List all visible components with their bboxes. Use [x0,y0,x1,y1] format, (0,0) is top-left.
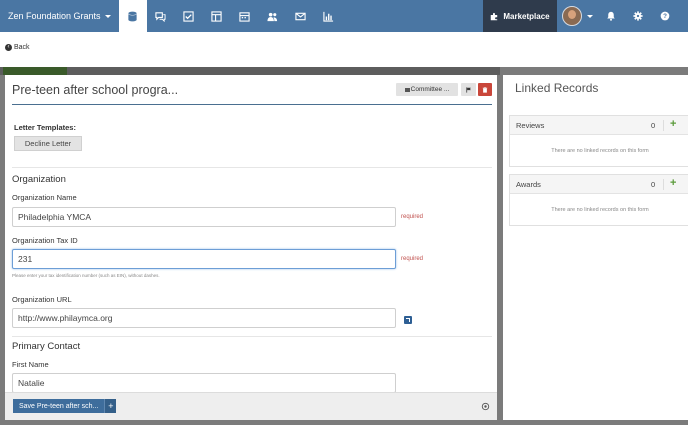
background-toolbar [0,67,500,75]
database-icon [128,11,137,21]
page-title: Pre-teen after school progra... [12,83,179,97]
bar-chart-icon [323,11,334,22]
org-name-required: required [401,214,424,220]
nav-comments[interactable] [147,0,175,32]
organization-heading: Organization [12,174,66,185]
help-icon: ? [660,11,670,21]
columns-icon [211,10,222,22]
url-field[interactable]: http://www.philaymca.org [12,308,396,328]
org-name-field[interactable]: Philadelphia YMCA [12,207,396,227]
reviews-count: 0 [651,121,656,130]
arrow-left-icon: ‹ [5,44,12,51]
help-button[interactable]: ? [654,0,676,32]
awards-empty-text: There are no linked records on this form [551,206,649,213]
title-divider [12,104,492,105]
section-divider [12,167,492,168]
reviews-header: Reviews 0 + [510,116,688,135]
user-menu[interactable] [562,6,593,26]
puzzle-icon [491,12,498,20]
tax-id-help: Please enter your tax identification num… [12,273,160,278]
form-footer: Save Pre-teen after sch... + [5,392,497,420]
awards-header: Awards 0 + [510,175,688,194]
svg-text:?: ? [663,13,667,20]
envelope-icon [295,12,306,20]
brand-dropdown[interactable]: Zen Foundation Grants [0,0,119,32]
awards-label: Awards [516,180,541,189]
tax-id-required: required [401,256,424,262]
back-bar: ‹ Back [0,32,688,67]
form-settings-icon[interactable] [481,402,490,411]
settings-button[interactable] [627,0,649,32]
divider [663,179,664,190]
flag-button[interactable] [461,83,476,96]
awards-count: 0 [651,180,656,189]
first-name-value: Natalie [18,378,45,388]
external-link-icon[interactable] [404,316,412,324]
marketplace-button[interactable]: Marketplace [483,0,557,32]
notifications-button[interactable] [600,0,622,32]
add-award-button[interactable]: + [670,177,676,189]
comments-icon [155,11,166,22]
chevron-down-icon [587,14,593,18]
save-button[interactable]: Save Pre-teen after sch... [13,399,105,413]
back-label: Back [14,44,30,51]
tax-id-label: Organization Tax ID [12,236,78,245]
save-new-button[interactable]: + [104,399,117,413]
primary-contact-heading: Primary Contact [12,341,81,352]
section-divider [12,336,492,337]
folder-icon [404,87,410,92]
background-button [3,67,67,75]
save-button-group: Save Pre-teen after sch... + [13,399,117,413]
nav-reports[interactable] [315,0,343,32]
tax-id-value: 231 [18,254,33,264]
nav-layout[interactable] [203,0,231,32]
gear-icon [633,11,643,21]
nav-tasks[interactable] [175,0,203,32]
org-name-value: Philadelphia YMCA [18,212,92,222]
nav-calendar[interactable] [231,0,259,32]
calendar-icon [239,11,250,22]
back-button[interactable]: ‹ Back [5,44,30,51]
tax-id-field[interactable]: 231 [12,249,396,269]
brand-label: Zen Foundation Grants [8,11,101,21]
url-label: Organization URL [12,295,72,304]
linked-records-panel: Linked Records Reviews 0 + There are no … [503,75,688,420]
check-square-icon [183,10,194,22]
url-value: http://www.philaymca.org [18,313,113,323]
divider [663,120,664,131]
first-name-field[interactable]: Natalie [12,373,396,393]
nav-users[interactable] [259,0,287,32]
committee-button[interactable]: Committee ... [396,83,458,96]
marketplace-label: Marketplace [503,11,550,21]
org-name-label: Organization Name [12,193,77,202]
linked-records-title: Linked Records [515,81,599,95]
committee-label: Committee ... [410,86,450,93]
reviews-box: Reviews 0 + There are no linked records … [509,115,688,167]
bell-icon [607,11,615,21]
first-name-label: First Name [12,360,49,369]
add-review-button[interactable]: + [670,118,676,130]
trash-icon [482,86,488,93]
decline-letter-button[interactable]: Decline Letter [14,136,82,151]
chevron-down-icon [104,14,111,18]
reviews-label: Reviews [516,121,545,130]
users-icon [267,12,278,21]
avatar [562,6,582,26]
reviews-empty-text: There are no linked records on this form [551,147,649,154]
delete-button[interactable] [478,83,492,96]
nav-database[interactable] [118,0,147,32]
flag-icon [465,86,471,93]
letter-templates-label: Letter Templates: [14,123,76,132]
nav-mail[interactable] [287,0,315,32]
awards-box: Awards 0 + There are no linked records o… [509,174,688,226]
record-form-panel: Pre-teen after school progra... Committe… [5,75,497,420]
